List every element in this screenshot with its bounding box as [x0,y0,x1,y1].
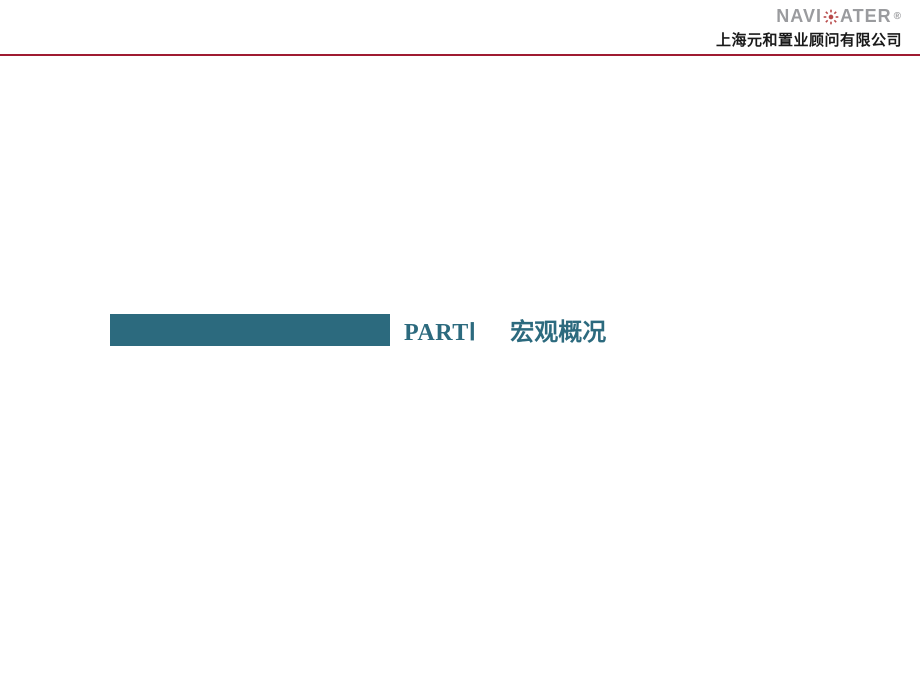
part-label: PARTⅠ [404,318,476,347]
header-divider [0,54,920,56]
header: NAVI ATER ® 上海元和置业顾问有限公司 [716,0,902,50]
company-name: 上海元和置业顾问有限公司 [716,29,902,50]
section-title-block: PARTⅠ 宏观概况 [110,312,606,347]
logo-suffix: ATER [840,6,892,27]
logo-prefix: NAVI [776,6,822,27]
title-text-group: PARTⅠ 宏观概况 [404,312,606,347]
gear-icon [823,9,839,25]
brand-logo: NAVI ATER ® [776,6,902,27]
registered-mark: ® [894,11,902,22]
title-accent-bar [110,314,390,346]
part-title: 宏观概况 [510,312,606,347]
